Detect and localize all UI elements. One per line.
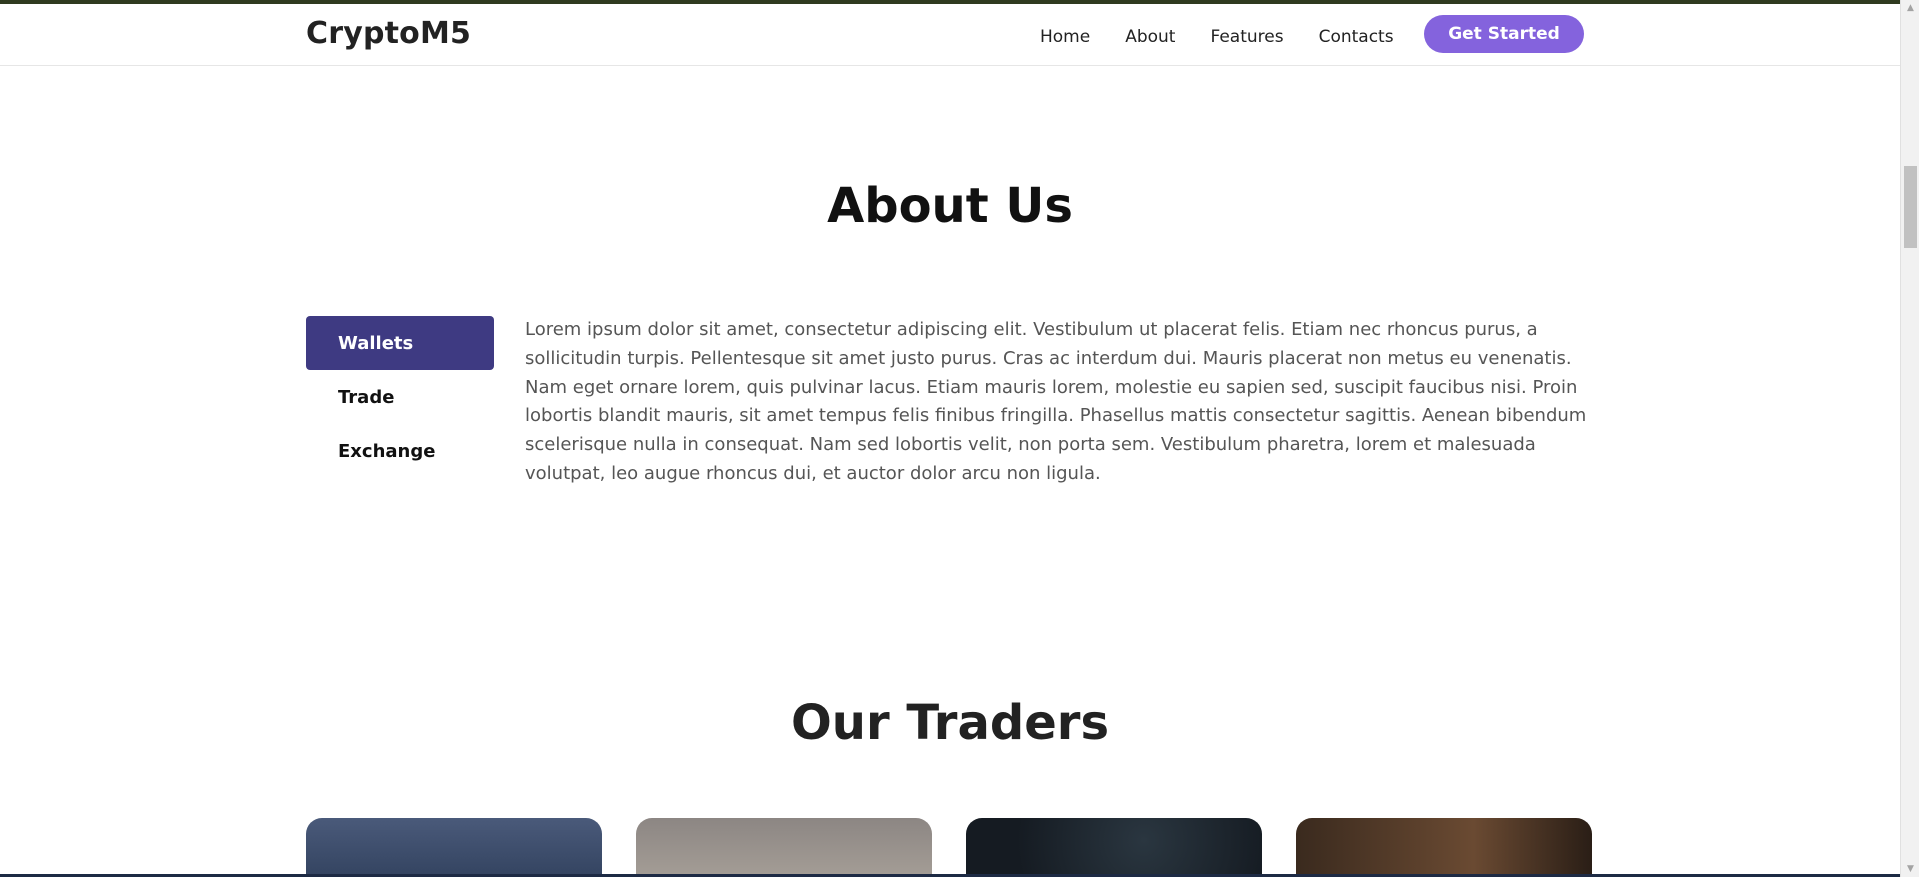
traders-title: Our Traders — [790, 695, 1110, 751]
nav-home[interactable]: Home — [1040, 27, 1090, 47]
tab-wallets[interactable]: Wallets — [306, 316, 494, 370]
trader-card-image[interactable] — [636, 818, 932, 874]
trader-card-image[interactable] — [966, 818, 1262, 874]
nav-features[interactable]: Features — [1210, 27, 1283, 47]
nav-contacts[interactable]: Contacts — [1319, 27, 1394, 47]
tab-trade[interactable]: Trade — [306, 370, 494, 424]
scrollbar-thumb[interactable] — [1904, 166, 1917, 248]
main-nav: Home About Features Contacts — [1040, 22, 1429, 52]
vertical-scrollbar[interactable]: ▲ ▼ — [1900, 0, 1919, 877]
trader-card-image[interactable] — [1296, 818, 1592, 874]
trader-card-image[interactable] — [306, 818, 602, 874]
tab-exchange[interactable]: Exchange — [306, 424, 494, 478]
about-paragraph: Lorem ipsum dolor sit amet, consectetur … — [525, 319, 1587, 484]
site-header: CryptoM5 Home About Features Contacts Ge… — [0, 4, 1900, 66]
scroll-down-arrow-icon[interactable]: ▼ — [1901, 861, 1919, 877]
brand-logo[interactable]: CryptoM5 — [306, 16, 471, 51]
nav-about[interactable]: About — [1125, 27, 1175, 47]
about-title: About Us — [827, 178, 1073, 234]
scroll-up-arrow-icon[interactable]: ▲ — [1901, 0, 1919, 16]
get-started-button[interactable]: Get Started — [1424, 15, 1584, 53]
about-tabs: Wallets Trade Exchange — [306, 316, 494, 478]
